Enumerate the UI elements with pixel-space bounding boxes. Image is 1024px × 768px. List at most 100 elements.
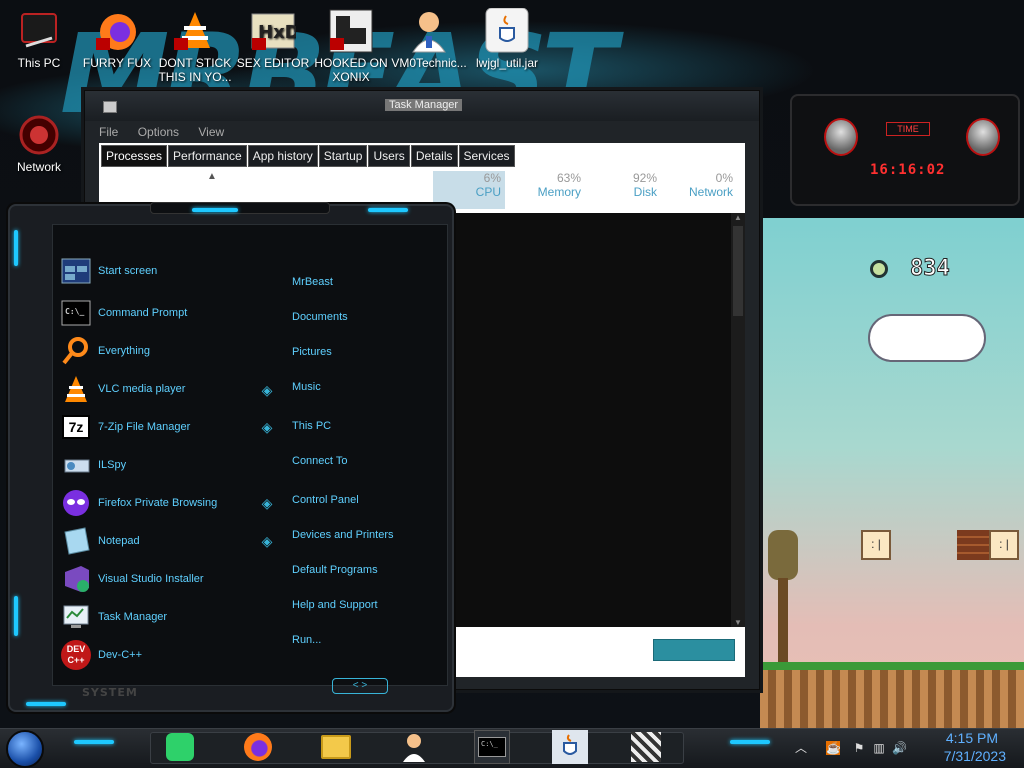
taskbar-clock-date[interactable]: 7/31/2023 [944, 748, 1006, 764]
tab-details[interactable]: Details [410, 145, 458, 167]
visual-studio-installer-icon [60, 564, 92, 594]
task-manager-titlebar[interactable]: Task Manager [85, 91, 759, 121]
start-item-firefox-private[interactable]: Firefox Private Browsing [60, 487, 217, 519]
start-item-start-screen[interactable]: Start screen [60, 255, 157, 287]
game-window[interactable]: 834 : | : | [760, 218, 1024, 728]
command-prompt-icon: C:\_ [60, 298, 92, 328]
scroll-down-icon[interactable]: ▼ [731, 618, 745, 627]
start-right-connect-to[interactable]: Connect To [292, 455, 347, 467]
start-item-vlc[interactable]: VLC media player [60, 373, 185, 405]
network-icon[interactable]: ▥ [872, 741, 886, 755]
start-screen-icon [60, 256, 92, 286]
menu-options[interactable]: Options [138, 125, 179, 139]
start-right-control-panel[interactable]: Control Panel [292, 494, 359, 506]
task-manager-icon [60, 602, 92, 632]
start-item-everything[interactable]: Everything [60, 335, 150, 367]
firefox-private-icon [60, 488, 92, 518]
java-update-icon[interactable]: ☕ [826, 741, 841, 755]
desktop: MRBEAST This PC FURRY FUX DONT STICK THI… [0, 0, 1024, 768]
task-manager-app-icon [103, 101, 117, 113]
task-manager-menubar: File Options View [85, 121, 759, 143]
start-right-devices-printers[interactable]: Devices and Printers [292, 529, 394, 541]
tab-processes[interactable]: Processes [101, 145, 168, 167]
taskbar-technician[interactable] [396, 730, 432, 764]
volume-icon[interactable]: 🔊 [892, 741, 907, 755]
start-item-devcpp[interactable]: DEV C++ Dev-C++ [60, 639, 142, 671]
gadget-time: 16:16:02 [870, 162, 946, 178]
start-right-this-pc[interactable]: This PC [292, 420, 331, 432]
taskbar-clock-time[interactable]: 4:15 PM [946, 730, 998, 746]
taskbar-java[interactable] [552, 730, 588, 764]
column-memory[interactable]: 63% Memory [509, 171, 581, 199]
taskbar-decor [730, 740, 770, 744]
vlc-icon [60, 374, 92, 404]
game-icon [631, 732, 661, 762]
network-icon [16, 112, 62, 158]
tab-performance[interactable]: Performance [168, 145, 247, 167]
start-right-mrbeast[interactable]: MrBeast [292, 276, 333, 288]
ilspy-icon [60, 450, 92, 480]
start-menu-top-decoration [150, 202, 330, 214]
taskbar-command-prompt[interactable]: C:\_ [474, 730, 510, 764]
tab-users[interactable]: Users [368, 145, 410, 167]
desktop-icon-hooked-on-xonix[interactable]: HOOKED ON XONIX [313, 8, 389, 84]
power-options-button[interactable]: < > [332, 678, 388, 694]
scroll-thumb[interactable] [733, 226, 743, 316]
command-prompt-icon: C:\_ [478, 737, 506, 757]
menu-file[interactable]: File [99, 125, 118, 139]
start-right-run[interactable]: Run... [292, 634, 321, 646]
taskbar-firefox[interactable] [240, 730, 276, 764]
clock-gadget[interactable]: TIME 16:16:02 [790, 94, 1020, 206]
start-right-pictures[interactable]: Pictures [292, 346, 332, 358]
end-task-button[interactable] [653, 639, 735, 661]
start-right-default-programs[interactable]: Default Programs [292, 564, 378, 576]
vm-technician-icon [406, 8, 452, 54]
magnifier-icon [60, 336, 92, 366]
desktop-icon-dont-stick[interactable]: DONT STICK THIS IN YO... [157, 8, 233, 84]
submenu-arrow-icon[interactable]: ◈ [260, 534, 274, 548]
start-menu[interactable]: Start screen C:\_ Command Prompt Everyth… [8, 202, 454, 712]
submenu-arrow-icon[interactable]: ◈ [260, 420, 274, 434]
tab-services[interactable]: Services [458, 145, 515, 167]
process-list-scrollbar[interactable]: ▲ ▼ [731, 213, 745, 627]
menu-view[interactable]: View [198, 125, 224, 139]
desktop-icon-sex-editor[interactable]: HxD SEX EDITOR [235, 8, 311, 70]
column-disk[interactable]: 92% Disk [585, 171, 657, 199]
start-right-documents[interactable]: Documents [292, 311, 348, 323]
taskbar-spotify[interactable] [162, 730, 198, 764]
spotify-icon [166, 733, 194, 761]
tree-top-sprite [768, 530, 798, 580]
desktop-icon-network[interactable]: Network [1, 112, 77, 174]
start-right-help-support[interactable]: Help and Support [292, 599, 378, 611]
alien-logo-left-icon [824, 118, 858, 156]
up-arrow-icon[interactable]: ︿ [794, 741, 808, 755]
start-item-7zip[interactable]: 7z 7-Zip File Manager [60, 411, 190, 443]
tab-app-history[interactable]: App history [247, 145, 318, 167]
file-explorer-icon [321, 735, 351, 759]
task-manager-title: Task Manager [385, 99, 463, 111]
scroll-up-icon[interactable]: ▲ [731, 213, 745, 222]
tab-startup[interactable]: Startup [318, 145, 368, 167]
submenu-arrow-icon[interactable]: ◈ [260, 383, 274, 397]
gadget-label: TIME [886, 122, 930, 136]
desktop-icon-this-pc[interactable]: This PC [1, 8, 77, 70]
start-item-task-manager[interactable]: Task Manager [60, 601, 167, 633]
action-center-flag-icon[interactable]: ⚑ [852, 741, 866, 755]
taskbar-game[interactable] [628, 730, 664, 764]
start-item-ilspy[interactable]: ILSpy [60, 449, 126, 481]
taskbar-file-explorer[interactable] [318, 730, 354, 764]
desktop-icon-lwjgl-jar[interactable]: lwjgl_util.jar [469, 7, 545, 70]
start-item-vs-installer[interactable]: Visual Studio Installer [60, 563, 204, 595]
game-score: 834 [910, 256, 951, 282]
memory-percent: 63% [556, 171, 581, 185]
start-item-notepad[interactable]: Notepad [60, 525, 140, 557]
memory-label: Memory [537, 185, 581, 199]
desktop-icon-vm-technician[interactable]: VM0Technic... [391, 8, 467, 70]
start-right-music[interactable]: Music [292, 381, 321, 393]
tree-trunk-sprite [778, 578, 788, 664]
start-item-command-prompt[interactable]: C:\_ Command Prompt [60, 297, 187, 329]
start-orb-button[interactable] [6, 730, 44, 768]
column-network[interactable]: 0% Network [661, 171, 733, 199]
submenu-arrow-icon[interactable]: ◈ [260, 496, 274, 510]
desktop-icon-furry-fux[interactable]: FURRY FUX [79, 8, 155, 70]
